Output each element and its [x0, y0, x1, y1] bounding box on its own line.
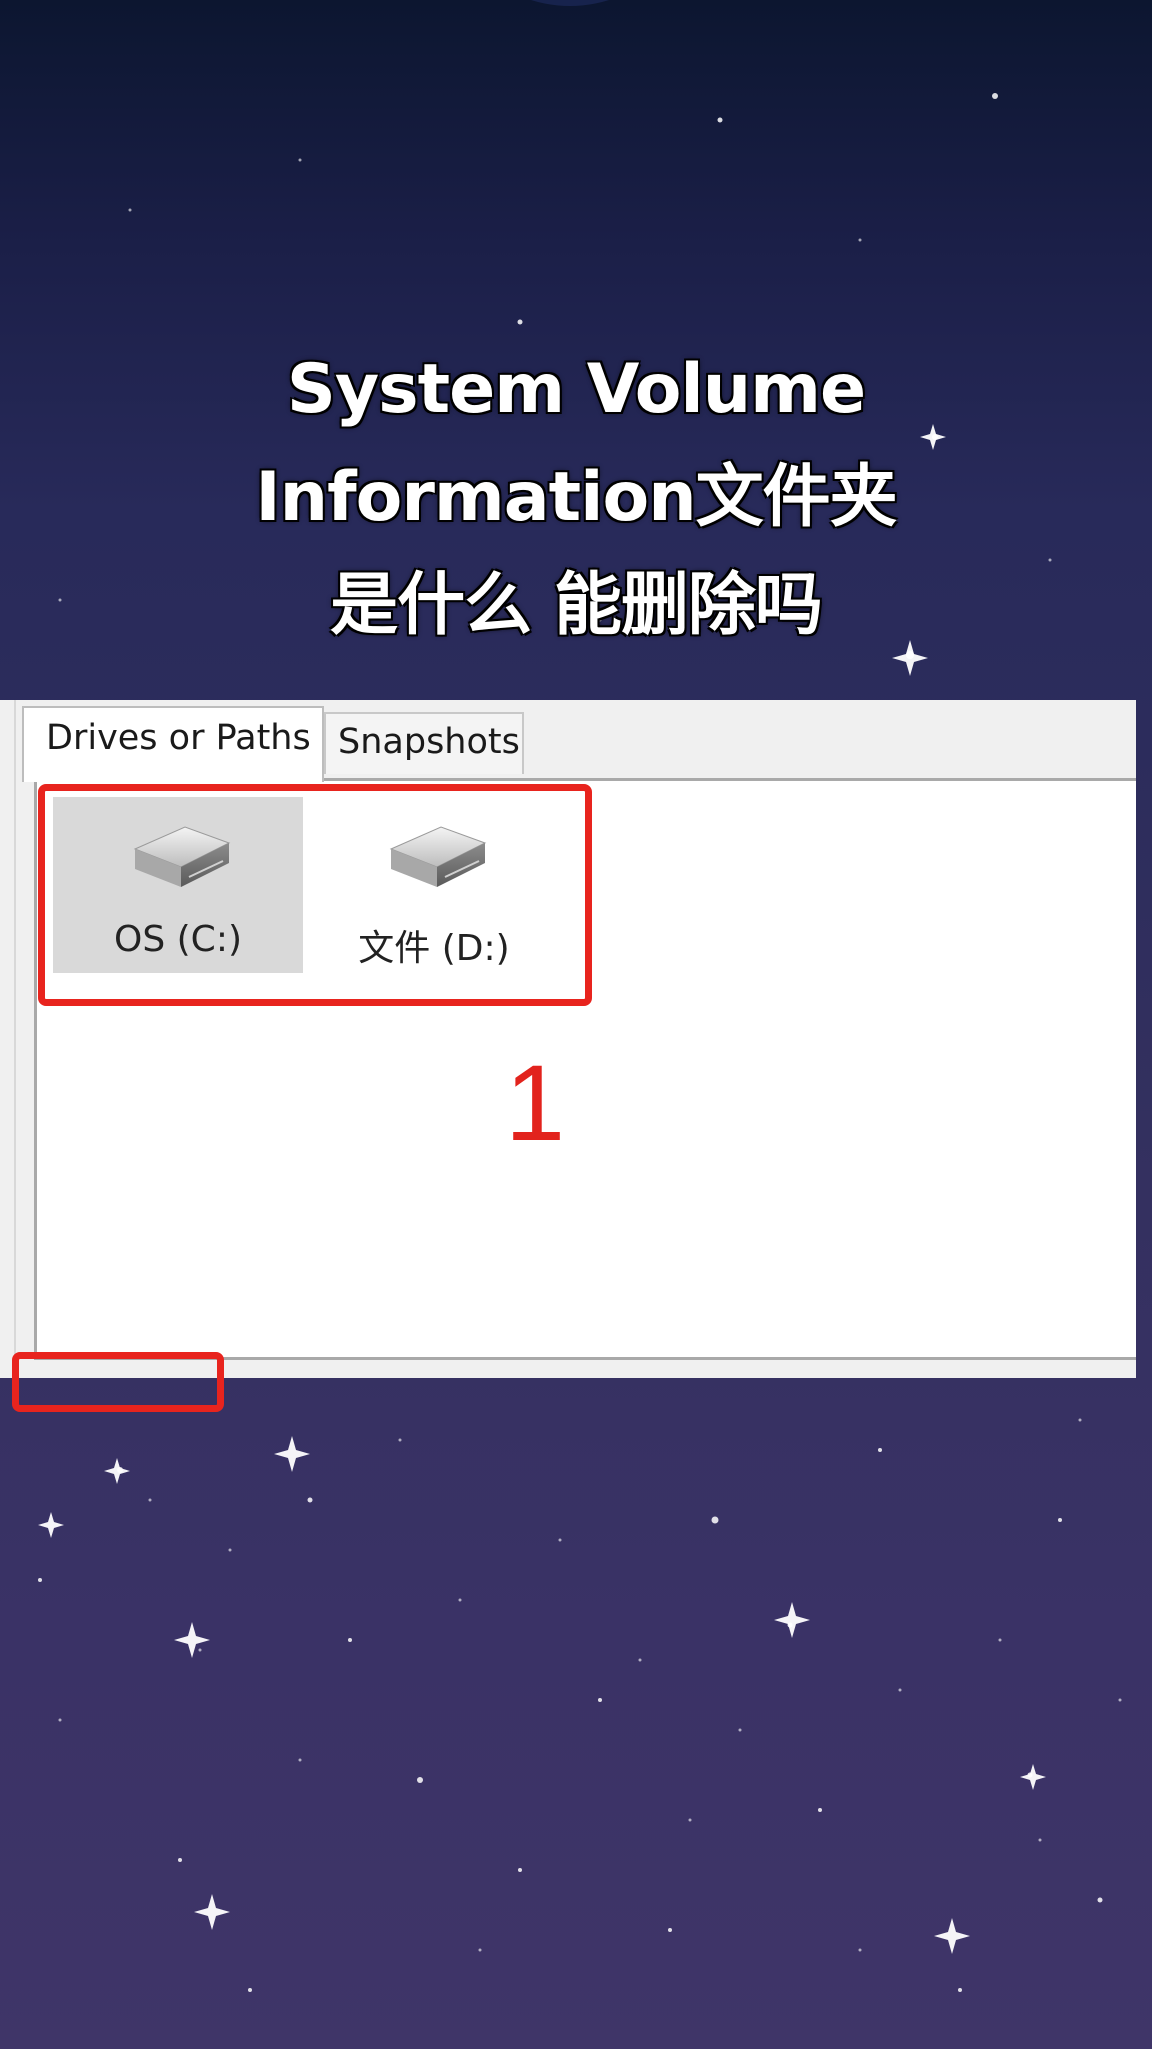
video-title: System Volume Information文件夹 是什么 能删除吗 [0, 336, 1152, 660]
title-line-1: System Volume [286, 350, 866, 429]
step-number-annotation: 1 [504, 1042, 566, 1163]
tab-snapshots[interactable]: Snapshots [324, 712, 524, 774]
title-line-3: 是什么 能删除吗 [330, 566, 823, 645]
drives-highlight-annotation [38, 784, 592, 1006]
title-line-2: Information文件夹 [255, 458, 897, 537]
tab-drives-or-paths[interactable]: Drives or Paths [22, 706, 324, 782]
bottom-highlight-annotation [12, 1352, 224, 1412]
panel-border [14, 700, 16, 1378]
